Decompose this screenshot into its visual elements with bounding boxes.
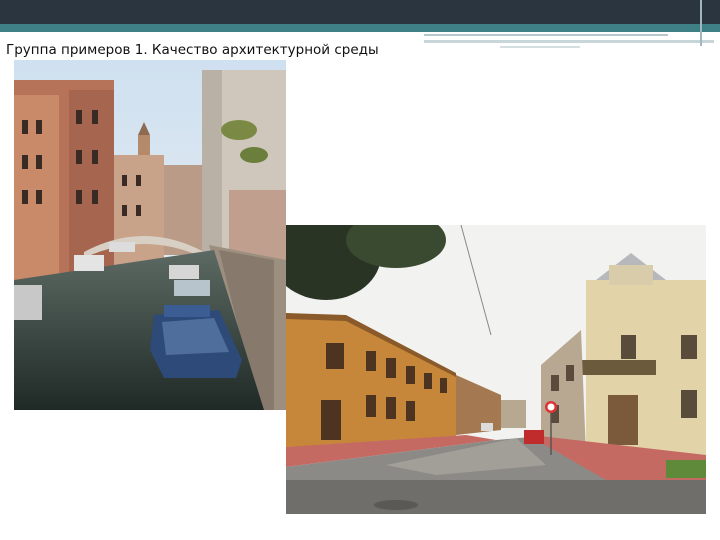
decorative-rule — [424, 40, 714, 43]
decorative-vertical-line — [700, 0, 702, 46]
decorative-rule — [424, 34, 668, 36]
canal-photo — [14, 60, 286, 410]
decorative-rule — [500, 46, 580, 48]
street-photo — [286, 225, 706, 514]
accent-bar — [0, 24, 720, 32]
slide-title: Группа примеров 1. Качество архитектурно… — [6, 42, 379, 58]
header-bar — [0, 0, 720, 24]
